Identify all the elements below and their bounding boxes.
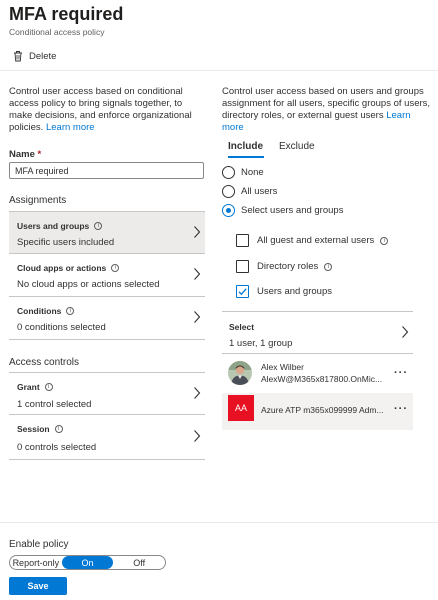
chevron-right-icon (193, 310, 201, 327)
radio-label: Select users and groups (241, 205, 344, 216)
policy-description: Control user access based on conditional… (9, 86, 201, 134)
member-name: Alex Wilber (261, 362, 304, 372)
assignment-title: Conditions i (17, 306, 75, 316)
radio-all-users[interactable]: All users (222, 185, 277, 198)
info-icon[interactable]: i (44, 383, 53, 391)
select-value: 1 user, 1 group (229, 338, 293, 349)
radio-select-users-and-groups[interactable]: Select users and groups (222, 204, 343, 217)
trash-icon (13, 50, 23, 62)
assignment-cloud-apps[interactable]: Cloud apps or actions i No cloud apps or … (9, 254, 205, 297)
select-title: Select (229, 322, 255, 332)
checkbox-label: Directory roles (257, 261, 319, 272)
assignment-title-text: Cloud apps or actions (17, 263, 107, 273)
toolbar-divider (0, 70, 438, 71)
checkmark-icon (238, 288, 247, 296)
learn-more-link[interactable]: Learn more (46, 122, 95, 133)
radio-button[interactable] (222, 204, 235, 217)
toggle-option-on[interactable]: On (61, 556, 114, 569)
name-label-text: Name (9, 149, 35, 160)
info-icon[interactable]: i (94, 222, 103, 230)
delete-button[interactable]: Delete (13, 48, 56, 64)
checkbox-label: All guest and external users (257, 235, 375, 246)
name-input[interactable] (9, 162, 204, 179)
more-options-icon[interactable]: ··· (394, 367, 408, 379)
name-label: Name * (9, 149, 41, 160)
info-icon[interactable]: i (324, 262, 333, 271)
assignments-heading: Assignments (9, 195, 67, 206)
access-controls-heading: Access controls (9, 357, 80, 368)
assignment-title: Users and groups i (17, 221, 103, 231)
footer-divider (0, 522, 438, 523)
chevron-right-icon (401, 325, 409, 342)
active-tab-indicator (228, 156, 264, 158)
assignment-value: No cloud apps or actions selected (17, 279, 160, 290)
access-control-value: 0 controls selected (17, 442, 97, 453)
radio-button[interactable] (222, 166, 235, 179)
user-avatar (228, 361, 252, 385)
enable-policy-toggle: Report-only On Off (9, 555, 166, 570)
users-description: Control user access based on users and g… (222, 86, 432, 134)
more-options-icon[interactable]: ··· (394, 403, 408, 415)
member-name: Azure ATP m365x099999 Adm... (261, 405, 384, 415)
access-control-value: 1 control selected (17, 399, 92, 410)
chevron-right-icon (193, 386, 201, 403)
checkbox-all-guest-external-users[interactable]: All guest and external users i (236, 234, 389, 247)
access-control-title: Session i (17, 424, 63, 434)
checkbox[interactable] (236, 234, 249, 247)
info-icon[interactable]: i (111, 264, 120, 272)
info-icon[interactable]: i (380, 236, 389, 245)
info-icon[interactable]: i (54, 425, 63, 433)
radio-none[interactable]: None (222, 166, 264, 179)
enable-policy-label: Enable policy (9, 539, 69, 550)
checkbox-users-and-groups[interactable]: Users and groups (236, 285, 332, 298)
assignment-title-text: Users and groups (17, 221, 90, 231)
radio-label: All users (241, 186, 278, 197)
selected-member-row: AA Azure ATP m365x099999 Adm... ··· (222, 393, 413, 430)
access-control-session[interactable]: Session i 0 controls selected (9, 415, 205, 460)
chevron-right-icon (193, 429, 201, 446)
chevron-right-icon (193, 225, 201, 242)
delete-label: Delete (29, 50, 57, 62)
toggle-option-off[interactable]: Off (113, 556, 165, 569)
access-control-grant[interactable]: Grant i 1 control selected (9, 372, 205, 415)
assignment-title-text: Conditions (17, 306, 62, 316)
assignment-conditions[interactable]: Conditions i 0 conditions selected (9, 297, 205, 340)
checkbox[interactable] (236, 260, 249, 273)
checkbox[interactable] (236, 285, 249, 298)
member-email: AlexW@M365x817800.OnMic... (261, 374, 383, 384)
group-avatar: AA (228, 395, 254, 421)
access-control-title-text: Session (17, 424, 50, 434)
checkbox-label: Users and groups (257, 286, 332, 297)
select-users-picker[interactable]: Select 1 user, 1 group (222, 311, 413, 354)
access-control-title-text: Grant (17, 382, 40, 392)
page-title: MFA required (9, 4, 124, 24)
toggle-option-report-only[interactable]: Report-only (10, 556, 62, 569)
page-subtitle: Conditional access policy (9, 27, 105, 37)
info-icon[interactable]: i (66, 307, 75, 315)
policy-description-text: Control user access based on conditional… (9, 86, 192, 133)
required-marker: * (37, 149, 42, 160)
radio-label: None (241, 167, 264, 178)
assignment-users-and-groups[interactable]: Users and groups i Specific users include… (9, 211, 205, 254)
assignment-value: Specific users included (17, 237, 115, 248)
tab-include[interactable]: Include (228, 141, 263, 152)
tab-exclude[interactable]: Exclude (279, 141, 315, 152)
selected-member-row: Alex Wilber AlexW@M365x817800.OnMic... ·… (222, 357, 413, 394)
save-button[interactable]: Save (9, 577, 67, 595)
assignment-value: 0 conditions selected (17, 322, 106, 333)
checkbox-directory-roles[interactable]: Directory roles i (236, 260, 333, 273)
access-control-title: Grant i (17, 382, 53, 392)
assignment-title: Cloud apps or actions i (17, 263, 120, 273)
chevron-right-icon (193, 267, 201, 284)
radio-button[interactable] (222, 185, 235, 198)
